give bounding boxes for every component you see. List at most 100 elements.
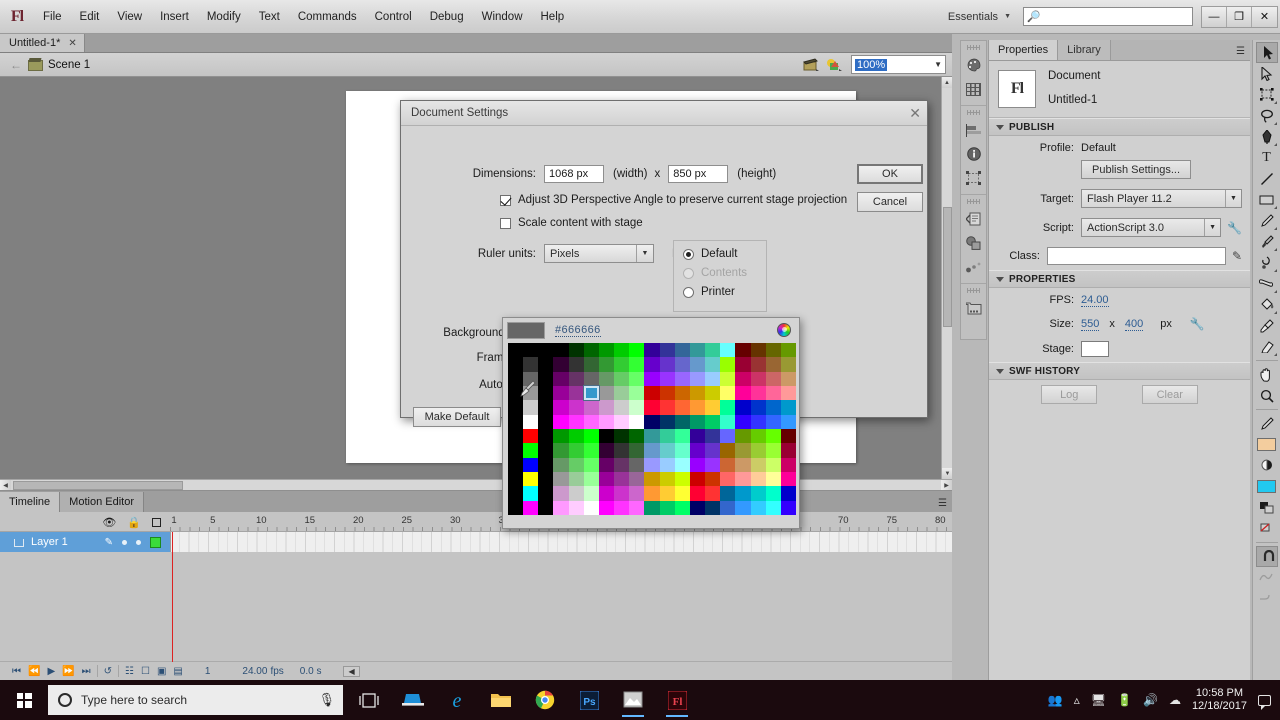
color-swatch[interactable]	[614, 500, 630, 515]
scroll-right-icon[interactable]: ▶	[941, 479, 952, 490]
color-swatch[interactable]	[598, 357, 615, 372]
menu-control[interactable]: Control	[366, 0, 421, 34]
vertical-scroll-thumb[interactable]	[943, 207, 952, 327]
onion-skin-outlines-icon[interactable]: ☐	[141, 666, 150, 677]
color-swatch[interactable]	[780, 414, 796, 429]
menu-help[interactable]: Help	[532, 0, 574, 34]
color-swatch[interactable]	[765, 385, 781, 401]
eyedropper-tool[interactable]	[1256, 315, 1278, 336]
tab-motion-editor[interactable]: Motion Editor	[60, 492, 144, 512]
lock-icon[interactable]: 🔒	[127, 516, 141, 529]
color-swatch[interactable]	[583, 343, 599, 358]
target-select[interactable]: Flash Player 11.2 ▼	[1081, 189, 1242, 208]
color-swatch[interactable]	[689, 357, 706, 372]
make-default-button[interactable]: Make Default	[413, 407, 501, 427]
scroll-down-icon[interactable]: ▼	[942, 468, 952, 479]
tab-properties[interactable]: Properties	[989, 40, 1059, 60]
color-wheel-icon[interactable]	[777, 323, 791, 337]
panel-menu-icon[interactable]: ☰	[1236, 46, 1250, 60]
color-swatch[interactable]	[614, 457, 630, 472]
color-swatch[interactable]	[689, 343, 706, 358]
deco-tool[interactable]	[1256, 252, 1278, 273]
color-swatch[interactable]	[629, 428, 645, 444]
color-swatch[interactable]	[644, 457, 660, 472]
color-swatch-basic[interactable]	[523, 343, 539, 358]
file-explorer-icon[interactable]	[481, 681, 521, 719]
color-swatch[interactable]	[689, 414, 706, 429]
back-arrow-icon[interactable]: ←	[6, 58, 28, 72]
line-tool[interactable]	[1256, 168, 1278, 189]
class-input[interactable]	[1046, 247, 1226, 265]
color-swatch[interactable]	[583, 471, 599, 487]
wrench-icon[interactable]: 🔧	[1227, 221, 1242, 235]
color-swatch[interactable]	[598, 385, 615, 401]
color-swatch[interactable]	[765, 414, 781, 429]
color-swatch[interactable]	[705, 400, 721, 415]
menu-window[interactable]: Window	[473, 0, 532, 34]
color-swatch[interactable]	[720, 457, 736, 472]
color-swatch[interactable]	[568, 443, 584, 458]
color-swatch-basic[interactable]	[523, 428, 539, 444]
color-swatch[interactable]	[568, 500, 584, 515]
adjust-3d-checkbox[interactable]	[500, 194, 511, 206]
color-swatch[interactable]	[705, 357, 721, 372]
color-swatch[interactable]	[553, 343, 569, 358]
menu-commands[interactable]: Commands	[289, 0, 366, 34]
empty-layer-area[interactable]	[0, 552, 952, 662]
color-swatch[interactable]	[583, 486, 599, 501]
horizontal-scroll-thumb[interactable]	[13, 480, 183, 490]
layer-lock-dot[interactable]	[136, 539, 141, 545]
color-swatch[interactable]	[583, 414, 599, 429]
flash-icon[interactable]: Fl	[657, 681, 697, 719]
stroke-color-swatch[interactable]	[1256, 476, 1278, 497]
scroll-up-icon[interactable]: ▲	[942, 77, 952, 88]
color-swatch[interactable]	[750, 385, 766, 401]
color-swatch[interactable]	[750, 471, 766, 487]
movie-explorer-icon[interactable]	[964, 298, 984, 318]
color-swatch[interactable]	[614, 357, 630, 372]
color-swatch[interactable]	[689, 486, 706, 501]
scene-label[interactable]: Scene 1	[48, 59, 90, 71]
zoom-level-combo[interactable]: 100% ▼	[851, 55, 946, 74]
color-swatch[interactable]	[674, 371, 690, 386]
document-tab-untitled-1[interactable]: Untitled-1* ✕	[0, 34, 85, 52]
script-select[interactable]: ActionScript 3.0 ▼	[1081, 218, 1222, 237]
color-swatch[interactable]	[659, 443, 675, 458]
snap-to-objects-option[interactable]	[1255, 546, 1278, 567]
chevron-down-icon[interactable]: ▼	[934, 60, 942, 69]
stroke-color-tool[interactable]	[1256, 413, 1278, 434]
log-button[interactable]: Log	[1041, 385, 1098, 404]
color-swatch[interactable]	[644, 428, 660, 444]
no-color-tool[interactable]	[1256, 518, 1278, 539]
color-swatch[interactable]	[629, 385, 645, 401]
color-swatch[interactable]	[644, 486, 660, 501]
color-swatch[interactable]	[705, 500, 721, 515]
stage-vertical-scrollbar[interactable]: ▲ ▼	[941, 77, 952, 479]
color-swatch[interactable]	[780, 486, 796, 501]
color-swatch[interactable]	[735, 414, 751, 429]
color-swatch[interactable]	[644, 500, 660, 515]
color-swatch[interactable]	[705, 486, 721, 501]
paint-bucket-tool[interactable]	[1256, 294, 1278, 315]
color-swatch[interactable]	[659, 471, 675, 487]
color-swatch[interactable]	[583, 500, 599, 515]
color-swatch[interactable]	[750, 500, 766, 515]
smooth-option[interactable]	[1256, 567, 1278, 588]
color-swatch[interactable]	[598, 414, 615, 429]
color-swatch[interactable]	[765, 443, 781, 458]
edit-scene-icon[interactable]	[801, 56, 821, 74]
color-swatch[interactable]	[644, 357, 660, 372]
color-swatch[interactable]	[614, 343, 630, 358]
timeline-scroll-left-icon[interactable]: ◀	[343, 665, 360, 677]
components-panel-icon[interactable]	[964, 233, 984, 253]
color-swatch[interactable]	[598, 471, 615, 487]
color-swatch[interactable]	[750, 443, 766, 458]
color-swatch[interactable]	[720, 471, 736, 487]
color-swatch-grid[interactable]	[508, 343, 796, 515]
modify-onion-markers-icon[interactable]: ▤	[173, 666, 182, 677]
color-swatch[interactable]	[735, 371, 751, 386]
publish-settings-button[interactable]: Publish Settings...	[1081, 160, 1192, 179]
clear-button[interactable]: Clear	[1141, 385, 1198, 404]
color-swatch[interactable]	[750, 371, 766, 386]
color-swatch-basic[interactable]	[523, 371, 539, 386]
